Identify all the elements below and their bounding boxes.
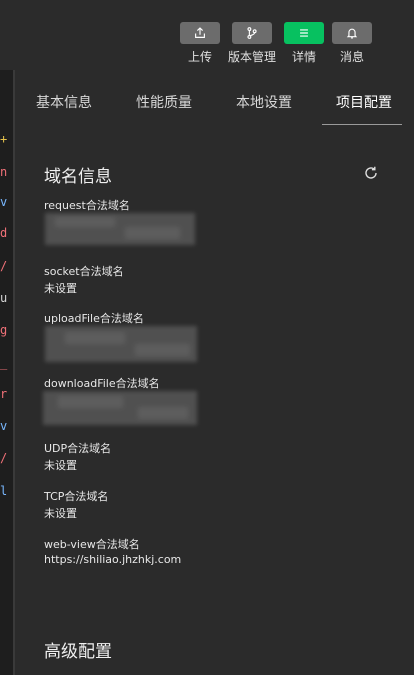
upload-icon (195, 27, 205, 38)
editor-glyph: r (0, 387, 8, 401)
uploadfile-domain-redacted (45, 326, 197, 362)
menu-icon (300, 29, 308, 37)
editor-glyph: n (0, 165, 8, 179)
panel-tabs: 基本信息 性能质量 本地设置 项目配置 (15, 70, 414, 126)
downloadfile-domain-redacted (43, 391, 197, 425)
bell-icon (346, 28, 358, 39)
editor-glyph: / (0, 451, 8, 465)
editor-glyph: d (0, 226, 8, 240)
version-manage-label: 版本管理 (228, 50, 277, 64)
advanced-config-title: 高级配置 (44, 642, 112, 662)
upload-label: 上传 (187, 50, 212, 64)
tab-local-settings[interactable]: 本地设置 (236, 92, 292, 112)
version-manage-button[interactable]: 版本管理 (228, 22, 277, 65)
tab-performance-quality[interactable]: 性能质量 (136, 92, 192, 112)
editor-glyph: v (0, 195, 8, 209)
editor-glyph: v (0, 419, 8, 433)
details-button[interactable]: 详情 (283, 22, 325, 65)
upload-button[interactable]: 上传 (179, 22, 221, 65)
udp-domain-label: UDP合法域名 (44, 442, 112, 455)
webview-domain-label: web-view合法域名 (44, 538, 140, 551)
editor-glyph: + (0, 132, 8, 146)
editor-glyph: _ (0, 356, 8, 370)
branch-icon (247, 27, 257, 39)
details-label: 详情 (291, 50, 316, 64)
request-domain-label: request合法域名 (44, 199, 130, 212)
editor-glyph: / (0, 259, 8, 273)
socket-domain-value: 未设置 (44, 282, 77, 295)
upload-button-face[interactable] (180, 22, 220, 44)
uploadfile-domain-label: uploadFile合法域名 (44, 312, 144, 325)
request-domain-redacted (45, 213, 195, 245)
udp-domain-value: 未设置 (44, 459, 77, 472)
tcp-domain-value: 未设置 (44, 507, 77, 520)
tab-project-config[interactable]: 项目配置 (336, 92, 392, 112)
editor-glyph: u (0, 291, 8, 305)
details-button-face[interactable] (284, 22, 324, 44)
details-panel: 基本信息 性能质量 本地设置 项目配置 域名信息 request合法域名 soc… (15, 70, 414, 675)
top-toolbar: 上传 版本管理 详情 消息 (0, 0, 414, 70)
domain-info-title: 域名信息 (44, 167, 112, 187)
tab-basic-info[interactable]: 基本信息 (36, 92, 92, 112)
downloadfile-domain-label: downloadFile合法域名 (44, 377, 160, 390)
webview-domain-value: https://shiliao.jhzhkj.com (44, 553, 182, 566)
refresh-icon[interactable] (363, 165, 379, 181)
messages-label: 消息 (339, 50, 364, 64)
version-manage-button-face[interactable] (232, 22, 272, 44)
editor-glyph: l (0, 484, 8, 498)
code-editor-edge[interactable]: + n v d / u g _ r v / l (0, 70, 14, 675)
socket-domain-label: socket合法域名 (44, 265, 124, 278)
editor-glyph: g (0, 323, 8, 337)
messages-button[interactable]: 消息 (331, 22, 373, 65)
messages-button-face[interactable] (332, 22, 372, 44)
tcp-domain-label: TCP合法域名 (44, 490, 109, 503)
active-tab-indicator (322, 124, 402, 125)
